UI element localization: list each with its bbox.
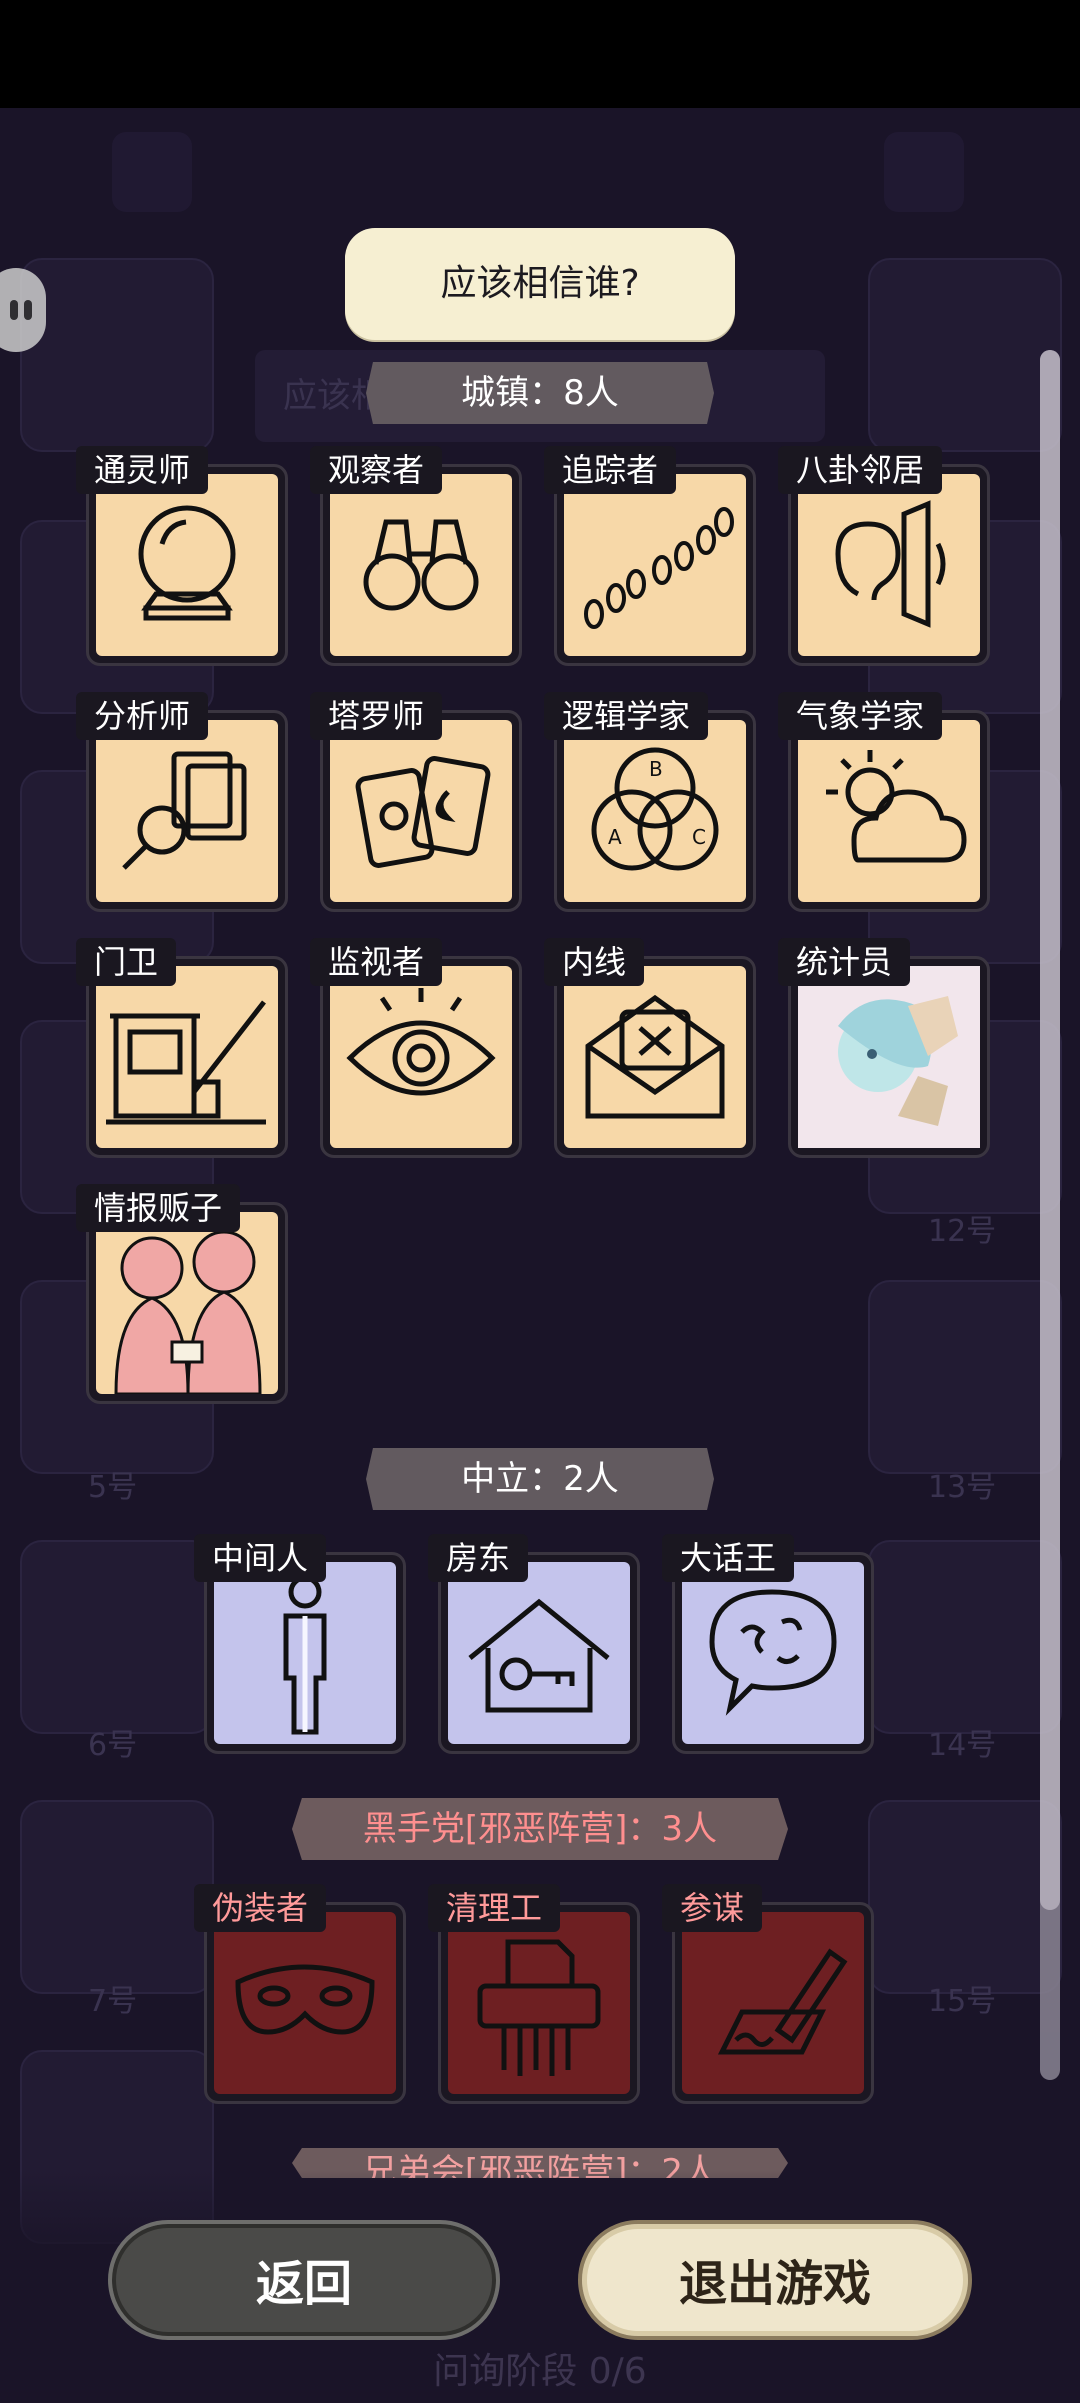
phase-indicator: 问询阶段 0/6 [433, 2351, 647, 2392]
role-card[interactable]: B A C 逻辑学家 [544, 692, 756, 912]
player-slot [868, 1280, 1062, 1474]
section-header-town: 城镇：8人 [366, 362, 714, 424]
role-card[interactable]: 清理工 [428, 1884, 640, 2104]
side-toggle-button[interactable] [0, 268, 46, 352]
player-slot [868, 1540, 1062, 1734]
magnifier-docs-icon [122, 751, 247, 870]
section-header-neutral: 中立：2人 [366, 1448, 714, 1510]
role-name: 清理工 [428, 1884, 561, 1932]
role-card[interactable]: 统计员 [778, 938, 990, 1158]
role-name: 分析师 [76, 692, 209, 740]
role-card[interactable]: 大话王 [662, 1534, 874, 1754]
role-card[interactable]: 伪装者 [194, 1884, 406, 2104]
ear-wall-icon [835, 500, 946, 628]
role-name: 塔罗师 [310, 692, 443, 740]
scrollbar-thumb[interactable] [1040, 350, 1060, 1910]
player-slot [20, 1540, 214, 1734]
role-card[interactable]: 通灵师 [76, 446, 288, 666]
role-card[interactable]: 房东 [428, 1534, 640, 1754]
role-name: 监视者 [310, 938, 443, 986]
slot-number: 7号 [88, 1984, 138, 2019]
role-name: 情报贩子 [76, 1184, 241, 1232]
venn-diagram-icon: B A C [591, 747, 719, 871]
eye-icon [346, 988, 496, 1096]
player-slot [20, 258, 214, 452]
pen-writing-icon [717, 1948, 848, 2055]
role-card[interactable]: 监视者 [310, 938, 522, 1158]
mask-icon [235, 1964, 375, 2035]
section-header-mafia: 黑手党[邪恶阵营]：3人 [292, 1798, 788, 1860]
speech-bubble-icon [709, 1589, 837, 1716]
tarot-cards-icon [355, 756, 491, 868]
gatehouse-icon [106, 1000, 266, 1125]
role-card[interactable]: 内线 [544, 938, 756, 1158]
role-name: 八卦邻居 [778, 446, 943, 494]
role-card[interactable]: 八卦邻居 [778, 446, 990, 666]
role-card[interactable]: 情报贩子 [76, 1184, 288, 1404]
role-name: 房东 [428, 1534, 529, 1582]
map-icon [112, 132, 192, 212]
role-name: 大话王 [662, 1534, 795, 1582]
role-name: 气象学家 [778, 692, 943, 740]
dialog-title: 应该相信谁? [345, 228, 735, 340]
slot-number: 12号 [928, 1214, 997, 1249]
half-figure-icon [283, 1575, 327, 1735]
exit-game-button[interactable]: 退出游戏 [578, 2220, 972, 2340]
role-name: 通灵师 [76, 446, 209, 494]
house-key-icon [468, 1598, 610, 1713]
role-card[interactable]: 参谋 [662, 1884, 874, 2104]
player-slot [20, 1800, 214, 1994]
role-name: 门卫 [76, 938, 177, 986]
envelope-x-icon [585, 994, 725, 1119]
back-button[interactable]: 返回 [108, 2220, 500, 2340]
svg-text:C: C [692, 825, 706, 849]
role-card[interactable]: 追踪者 [544, 446, 756, 666]
player-slot [868, 1800, 1062, 1994]
slot-number: 14号 [928, 1728, 997, 1763]
svg-text:A: A [608, 825, 622, 849]
role-card[interactable]: 气象学家 [778, 692, 990, 912]
dealer-figures-icon [114, 1230, 262, 1394]
notes-icon [884, 132, 964, 212]
sun-cloud-icon [826, 750, 967, 863]
slot-number: 15号 [928, 1984, 997, 2019]
role-name: 伪装者 [194, 1884, 327, 1932]
svg-text:B: B [649, 757, 663, 781]
scrollbar[interactable] [1040, 350, 1060, 2080]
role-name: 逻辑学家 [544, 692, 709, 740]
role-name: 中间人 [194, 1534, 327, 1582]
role-name: 追踪者 [544, 446, 677, 494]
slot-number: 6号 [88, 1728, 138, 1763]
player-slot [868, 258, 1062, 452]
role-card[interactable]: 中间人 [194, 1534, 406, 1754]
status-bar [0, 0, 1080, 108]
role-name: 内线 [544, 938, 645, 986]
anime-character-art-icon [798, 966, 980, 1148]
role-card[interactable]: 分析师 [76, 692, 288, 912]
slot-number: 5号 [88, 1470, 138, 1505]
binoculars-icon [363, 519, 479, 611]
role-name: 观察者 [310, 446, 443, 494]
crystal-ball-icon [138, 505, 236, 621]
footprints-icon [584, 507, 734, 629]
role-card[interactable]: 门卫 [76, 938, 288, 1158]
role-card[interactable]: 塔罗师 [310, 692, 522, 912]
role-name: 参谋 [662, 1884, 763, 1932]
shredder-icon [477, 1939, 601, 2076]
slot-number: 13号 [928, 1470, 997, 1505]
role-name: 统计员 [778, 938, 911, 986]
role-card[interactable]: 观察者 [310, 446, 522, 666]
